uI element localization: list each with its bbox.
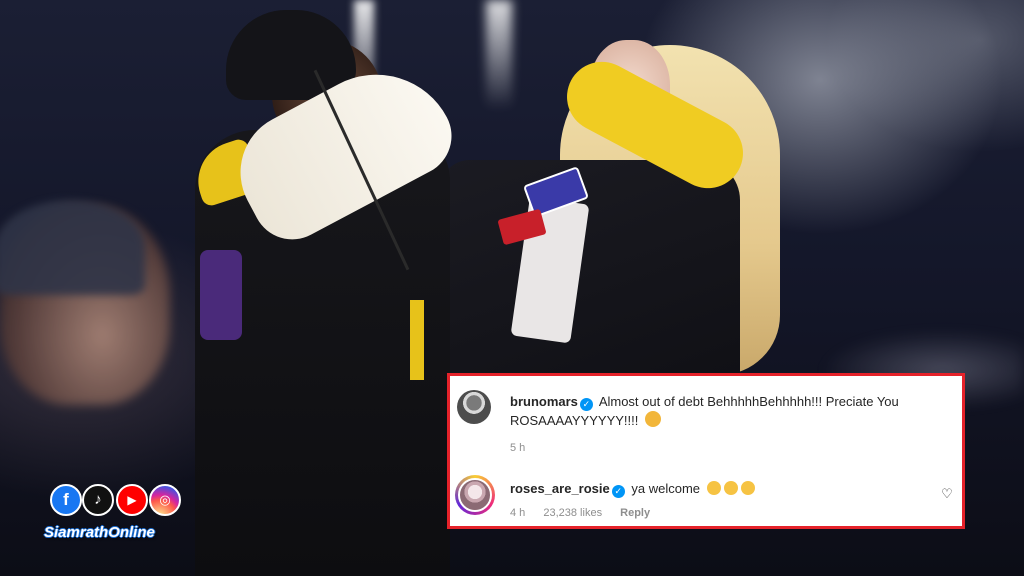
comment-username[interactable]: roses_are_rosie	[510, 481, 610, 496]
male-performer-face	[272, 40, 382, 150]
relieved-face-icon	[740, 481, 755, 495]
stage-light-beam	[354, 0, 374, 120]
comment-text: ya welcome	[631, 481, 701, 496]
microphone	[313, 69, 410, 271]
male-performer-arm	[219, 46, 466, 254]
female-performer-arm	[554, 49, 756, 201]
like-heart-icon[interactable]: ♡	[940, 487, 954, 501]
male-performer-jacket	[195, 130, 450, 576]
relieved-face-icon	[723, 481, 738, 495]
beanie	[226, 10, 356, 100]
audience-member-cap	[0, 200, 145, 295]
verified-badge-icon: ✓	[579, 398, 593, 411]
avatar[interactable]	[455, 475, 495, 515]
jacket-stripe	[410, 300, 424, 380]
comment-meta: 5 h	[510, 442, 540, 454]
jacket-stripe	[187, 137, 263, 208]
comment-body: brunomars ✓ Almost out of debt BehhhhhBeh…	[510, 392, 930, 430]
female-performer-face	[590, 40, 670, 140]
instagram-icon: ◎	[149, 484, 181, 516]
comment-time: 5 h	[510, 442, 526, 454]
youtube-icon: ▶	[116, 484, 148, 516]
jacket-panel	[510, 196, 590, 344]
avatar[interactable]	[457, 390, 491, 424]
stage-light-beam	[486, 0, 512, 110]
reply-button[interactable]: Reply	[620, 507, 650, 519]
comment-likes[interactable]: 23,238 likes	[543, 507, 602, 519]
comment-time: 4 h	[510, 507, 526, 519]
tiktok-icon: ♪	[82, 484, 114, 516]
comment-meta: 4 h 23,238 likes Reply	[510, 507, 665, 519]
hugging-face-icon	[645, 411, 661, 427]
jacket-stripe	[200, 250, 242, 340]
jacket-patch	[497, 208, 547, 246]
female-performer-hair	[560, 45, 780, 375]
audience-member-face	[0, 205, 170, 405]
comment-username[interactable]: brunomars	[510, 394, 578, 409]
relieved-face-icon	[706, 481, 721, 495]
verified-badge-icon: ✓	[611, 485, 625, 498]
comment-body: roses_are_rosie ✓ ya welcome	[510, 479, 930, 498]
instagram-comments-card: brunomars ✓ Almost out of debt BehhhhhBeh…	[447, 373, 965, 529]
facebook-icon: f	[50, 484, 82, 516]
siamrath-brand: f ♪ ▶ ◎ SiamrathOnline	[40, 480, 200, 550]
jacket-patch	[522, 166, 590, 218]
brand-logo-text: SiamrathOnline	[44, 524, 155, 541]
